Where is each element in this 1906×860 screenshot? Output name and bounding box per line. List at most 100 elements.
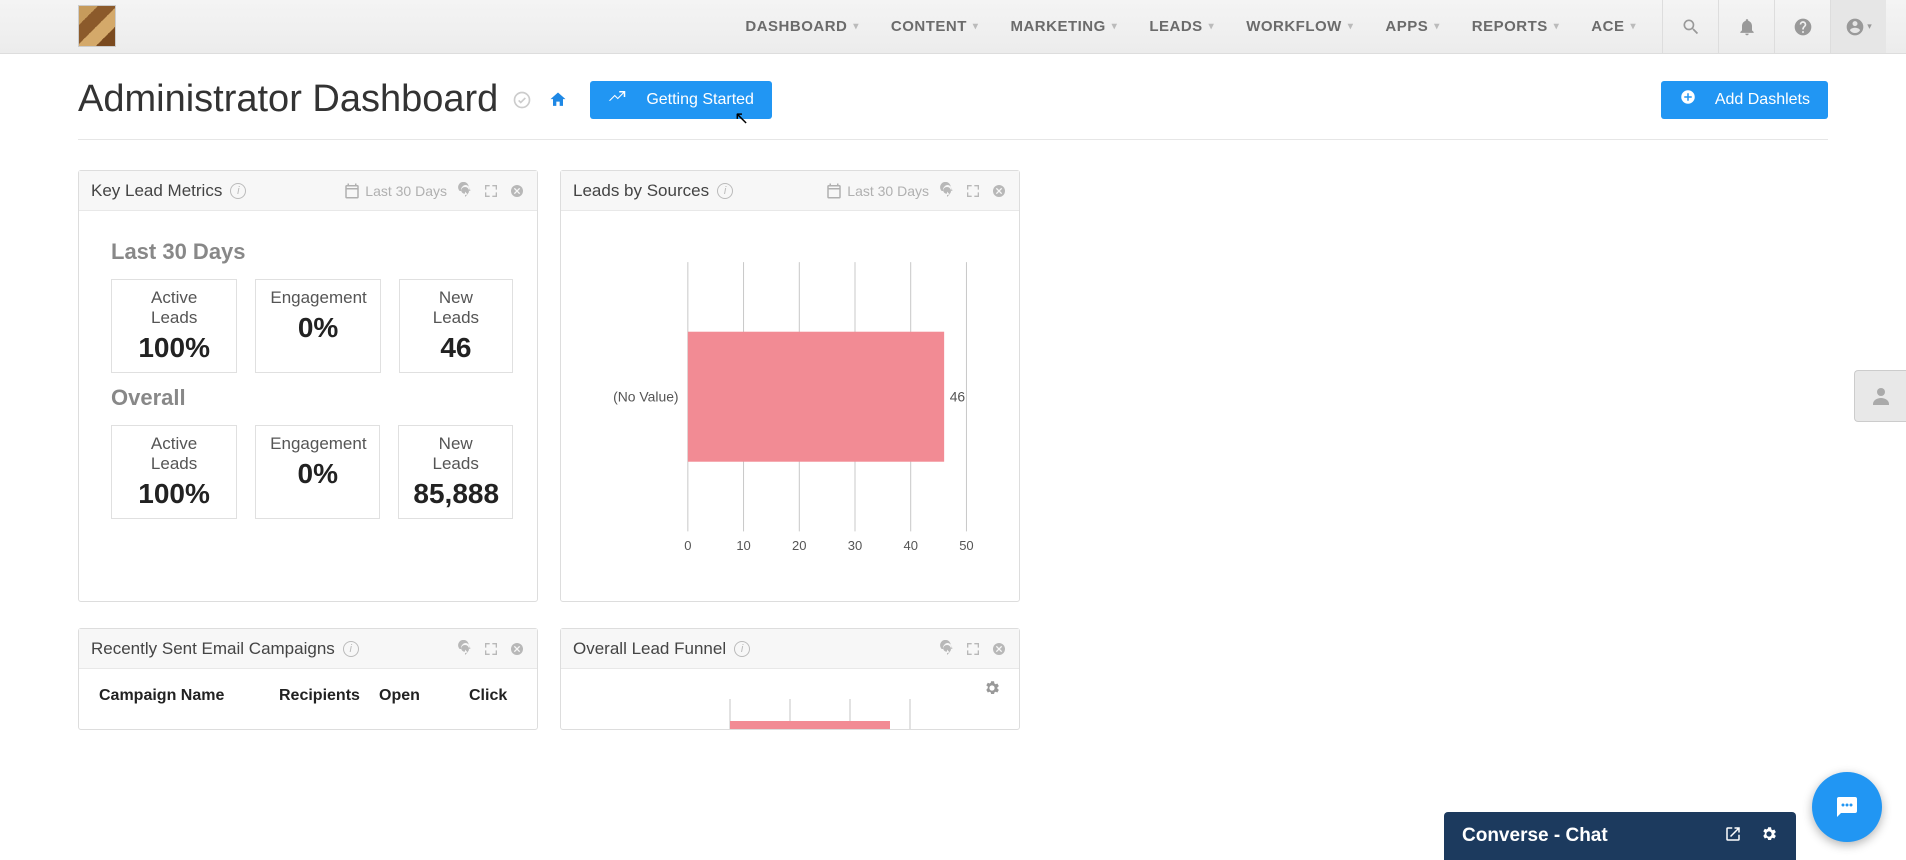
- close-icon[interactable]: [991, 641, 1007, 657]
- getting-started-button[interactable]: Getting Started: [590, 81, 772, 119]
- nav-apps[interactable]: APPS ▾: [1369, 0, 1455, 53]
- chat-tools: [1724, 825, 1778, 848]
- metric-active-leads-overall: Active Leads100%: [111, 425, 237, 519]
- page: Administrator Dashboard Getting Started …: [0, 54, 1906, 754]
- info-icon[interactable]: i: [717, 183, 733, 199]
- dashlet-title: Overall Lead Funnel: [573, 639, 726, 659]
- metric-value: 100%: [126, 332, 222, 364]
- bar-category-label: (No Value): [613, 388, 678, 404]
- profile-icon[interactable]: ▾: [1830, 0, 1886, 53]
- metric-label: New Leads: [414, 288, 498, 328]
- nav-ace[interactable]: ACE▾: [1575, 0, 1652, 53]
- calendar-range[interactable]: Last 30 Days: [343, 182, 447, 200]
- section-label: Last 30 Days: [111, 239, 513, 265]
- metric-label: Engagement: [270, 434, 365, 454]
- nav-reports[interactable]: REPORTS▾: [1456, 0, 1576, 53]
- chevron-down-icon: ▾: [1112, 21, 1118, 32]
- nav-label: WORKFLOW: [1246, 18, 1342, 35]
- refresh-icon[interactable]: [939, 183, 955, 199]
- dashlet-tools: [457, 641, 525, 657]
- expand-icon[interactable]: [965, 641, 981, 657]
- button-label: Add Dashlets: [1715, 91, 1810, 109]
- info-icon[interactable]: i: [343, 641, 359, 657]
- dashlet-header: Overall Lead Funnel i: [561, 629, 1019, 669]
- close-icon[interactable]: [509, 183, 525, 199]
- nav-dashboard[interactable]: DASHBOARD ▾: [729, 0, 875, 53]
- metric-row: Active Leads100% Engagement 0% New Leads 8…: [111, 425, 513, 519]
- tick-30: 30: [848, 538, 862, 553]
- popout-icon[interactable]: [1724, 825, 1742, 848]
- plus-circle-icon: [1679, 88, 1707, 111]
- info-icon[interactable]: i: [734, 641, 750, 657]
- chevron-down-icon: ▾: [1554, 21, 1560, 32]
- bell-icon[interactable]: [1718, 0, 1774, 53]
- refresh-icon[interactable]: [457, 183, 473, 199]
- expand-icon[interactable]: [483, 183, 499, 199]
- tick-20: 20: [792, 538, 806, 553]
- person-icon: [1869, 384, 1893, 408]
- home-icon[interactable]: [546, 88, 570, 112]
- dashlet-body: Last 30 Days Active Leads100% Engagement…: [79, 211, 537, 601]
- chat-fab[interactable]: [1812, 772, 1882, 842]
- page-header: Administrator Dashboard Getting Started …: [78, 78, 1828, 140]
- nav-label: APPS: [1385, 18, 1428, 35]
- metric-value: 46: [414, 332, 498, 364]
- bar-value-label: 46: [950, 388, 966, 404]
- calendar-icon: [343, 182, 361, 200]
- expand-icon[interactable]: [483, 641, 499, 657]
- expand-icon[interactable]: [965, 183, 981, 199]
- metric-new-leads-overall: New Leads 85,888: [398, 425, 513, 519]
- tick-0: 0: [684, 538, 691, 553]
- close-icon[interactable]: [991, 183, 1007, 199]
- gear-icon[interactable]: [1760, 825, 1778, 848]
- metric-value: 0%: [270, 312, 365, 344]
- refresh-icon[interactable]: [939, 641, 955, 657]
- tick-50: 50: [959, 538, 973, 553]
- bar-no-value[interactable]: [688, 332, 944, 462]
- dashlet-header: Key Lead Metrics i Last 30 Days: [79, 171, 537, 211]
- chevron-down-icon: ▾: [1434, 21, 1440, 32]
- metric-label: New Leads: [413, 434, 498, 474]
- gear-icon[interactable]: [983, 679, 1001, 702]
- dash-row: Recently Sent Email Campaigns i Campaign…: [78, 628, 1828, 730]
- nav-marketing[interactable]: MARKETING▾: [994, 0, 1133, 53]
- metric-engagement-overall: Engagement 0%: [255, 425, 380, 519]
- check-circle-icon[interactable]: [510, 88, 534, 112]
- dashlet-body: (No Value) 46 0 10 20 30 40 50: [561, 211, 1019, 601]
- metric-value: 0%: [270, 458, 365, 490]
- help-icon[interactable]: [1774, 0, 1830, 53]
- metric-value: 85,888: [413, 478, 498, 510]
- metric-label: Active Leads: [126, 434, 222, 474]
- nav-leads[interactable]: LEADS▾: [1133, 0, 1230, 53]
- close-icon[interactable]: [509, 641, 525, 657]
- chevron-down-icon: ▾: [1348, 21, 1354, 32]
- nav-label: DASHBOARD: [745, 18, 847, 35]
- nav-workflow[interactable]: WORKFLOW ▾: [1230, 0, 1369, 53]
- nav-content[interactable]: CONTENT▾: [875, 0, 995, 53]
- search-icon[interactable]: [1662, 0, 1718, 53]
- chevron-down-icon: ▾: [1630, 21, 1636, 32]
- range-label: Last 30 Days: [365, 183, 447, 199]
- chevron-down-icon: ▾: [853, 21, 859, 32]
- col-click: Click: [469, 687, 507, 705]
- range-label: Last 30 Days: [847, 183, 929, 199]
- dashlet-tools: Last 30 Days: [343, 182, 525, 200]
- dashlet-title: Key Lead Metrics: [91, 181, 222, 201]
- add-dashlets-button[interactable]: Add Dashlets: [1661, 81, 1828, 119]
- col-recipients: Recipients: [279, 687, 379, 705]
- logo[interactable]: [78, 5, 116, 47]
- col-open: Open: [379, 687, 439, 705]
- nav-label: LEADS: [1149, 18, 1202, 35]
- calendar-range[interactable]: Last 30 Days: [825, 182, 929, 200]
- refresh-icon[interactable]: [457, 641, 473, 657]
- side-avatar-tab[interactable]: [1854, 370, 1906, 422]
- leads-by-sources-chart: (No Value) 46 0 10 20 30 40 50: [585, 231, 995, 571]
- info-icon[interactable]: i: [230, 183, 246, 199]
- dashlet-title: Leads by Sources: [573, 181, 709, 201]
- trend-icon: [608, 88, 636, 111]
- dashlet-tools: Last 30 Days: [825, 182, 1007, 200]
- chat-bar[interactable]: Converse - Chat: [1444, 812, 1796, 860]
- metric-row: Active Leads100% Engagement0% New Leads4…: [111, 279, 513, 373]
- col-campaign-name: Campaign Name: [99, 687, 249, 705]
- section-label: Overall: [111, 385, 513, 411]
